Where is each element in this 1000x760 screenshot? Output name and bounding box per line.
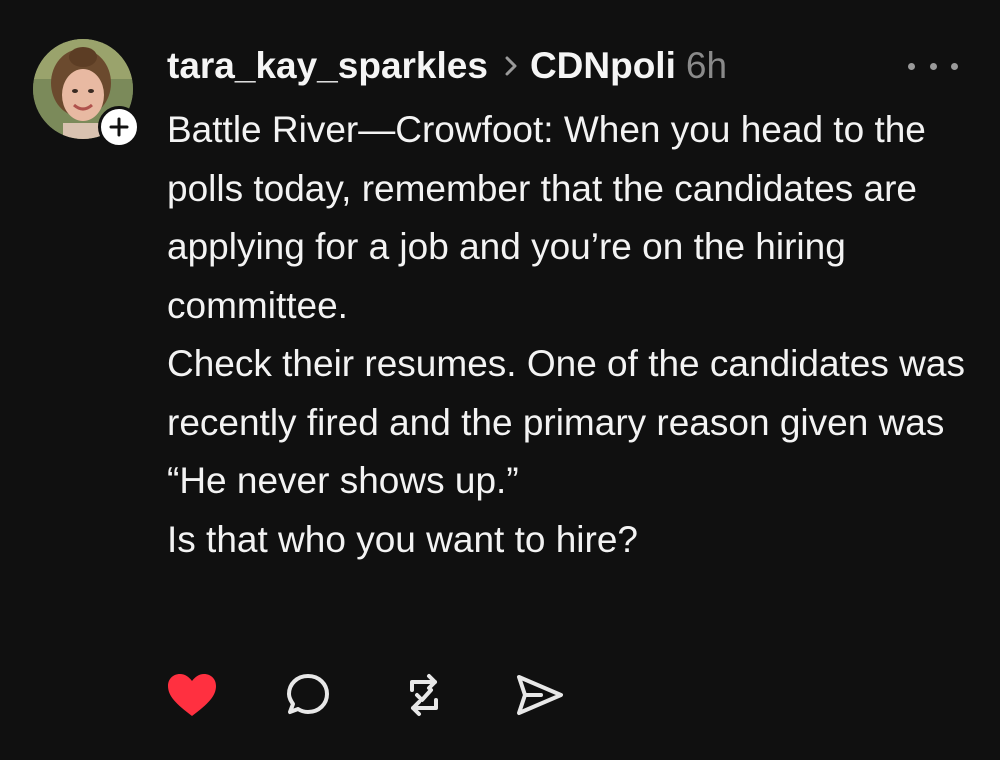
post-timestamp: 6h: [685, 45, 728, 86]
post-paragraph: Battle River—Crowfoot: When you head to …: [167, 109, 926, 326]
plus-icon: [109, 117, 129, 137]
more-dot: [951, 62, 958, 70]
post-header: tara_kay_sparkles CDNpoli 6h: [167, 44, 727, 88]
more-options-button[interactable]: [908, 52, 958, 80]
send-icon: [517, 675, 563, 715]
heart-icon: [168, 674, 216, 716]
username-link[interactable]: tara_kay_sparkles: [167, 45, 488, 87]
more-horizontal-icon: [908, 62, 915, 70]
repost-icon: [410, 674, 438, 716]
comment-bubble-icon: [287, 674, 329, 714]
community-link[interactable]: CDNpoli: [530, 45, 676, 87]
like-button[interactable]: [165, 668, 219, 722]
chevron-right-icon: [504, 55, 518, 77]
post-paragraph: Check their resumes. One of the candidat…: [167, 343, 965, 501]
reply-button[interactable]: [281, 668, 335, 722]
more-dot: [929, 62, 937, 70]
post-paragraph: Is that who you want to hire?: [167, 518, 638, 560]
follow-button[interactable]: [98, 106, 140, 148]
post-actions: [165, 668, 567, 722]
post-body: Battle River—Crowfoot: When you head to …: [167, 101, 982, 569]
share-button[interactable]: [513, 668, 567, 722]
repost-button[interactable]: [397, 668, 451, 722]
